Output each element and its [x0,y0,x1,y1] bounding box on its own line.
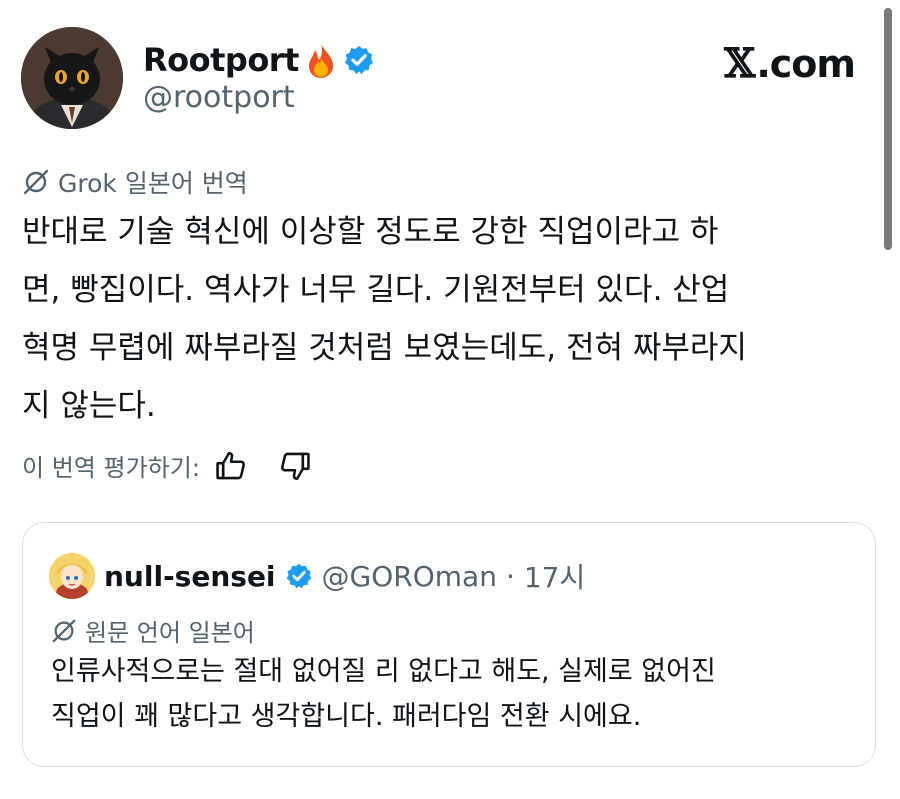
fire-icon [305,41,337,79]
thumbs-down-icon[interactable] [278,449,312,483]
quoted-timestamp[interactable]: 17시 [524,556,585,596]
quoted-text-line: 직업이 꽤 많다고 생각합니다. 패러다임 전환 시에요. [51,701,642,732]
original-language-label: 원문 언어 일본어 [51,613,255,648]
tweet-translated-text: 반대로 기술 혁신에 이상할 정도로 강한 직업이라고 하 면, 빵집이다. 역… [22,203,872,435]
tweet-text-line: 면, 빵집이다. 역사가 너무 길다. 기원전부터 있다. 산업 [22,272,730,308]
x-logo-domain: .com [756,41,856,86]
verified-badge-icon [343,44,375,76]
tweet-text-line: 반대로 기술 혁신에 이상할 정도로 강한 직업이라고 하 [22,214,719,250]
tweet-text-line: 혁명 무렵에 짜부라질 것처럼 보였는데도, 전혀 짜부라지 [22,330,747,366]
x-logo-icon: 𝕏 [724,40,755,87]
grok-icon [22,168,50,196]
translation-label-text: Grok 일본어 번역 [58,169,248,198]
cat-avatar-image [21,27,123,129]
author-name-row: Rootport [143,38,375,82]
scrollbar[interactable] [884,8,892,250]
original-language-text: 원문 언어 일본어 [85,619,255,647]
anime-avatar-image [49,553,95,599]
quoted-tweet-header: null-sensei @GOROman · 17시 [49,553,585,599]
quoted-tweet-text: 인류사적으로는 절대 없어질 리 없다고 해도, 실제로 없어진 직업이 꽤 많… [51,649,871,739]
rate-translation-label: 이 번역 평가하기: [22,454,200,482]
author-display-name[interactable]: Rootport [143,41,299,79]
tweet-text-line: 지 않는다. [22,388,156,424]
grok-icon [51,618,77,644]
thumbs-up-icon[interactable] [214,449,248,483]
dot-separator: · [505,559,515,593]
verified-badge-icon [285,562,313,590]
quoted-tweet-card[interactable]: null-sensei @GOROman · 17시 원문 언어 일본어 인류사… [22,522,876,767]
quoted-display-name[interactable]: null-sensei [104,560,276,593]
quoted-text-line: 인류사적으로는 절대 없어질 리 없다고 해도, 실제로 없어진 [51,656,716,687]
grok-translation-label: Grok 일본어 번역 [22,164,248,200]
quoted-handle[interactable]: @GOROman [322,560,497,593]
quoted-author-avatar[interactable] [49,553,95,599]
rate-translation-row: 이 번역 평가하기: [22,448,312,483]
author-handle[interactable]: @rootport [143,80,295,115]
x-com-logo: 𝕏 .com [724,40,856,87]
author-avatar[interactable] [21,27,123,129]
